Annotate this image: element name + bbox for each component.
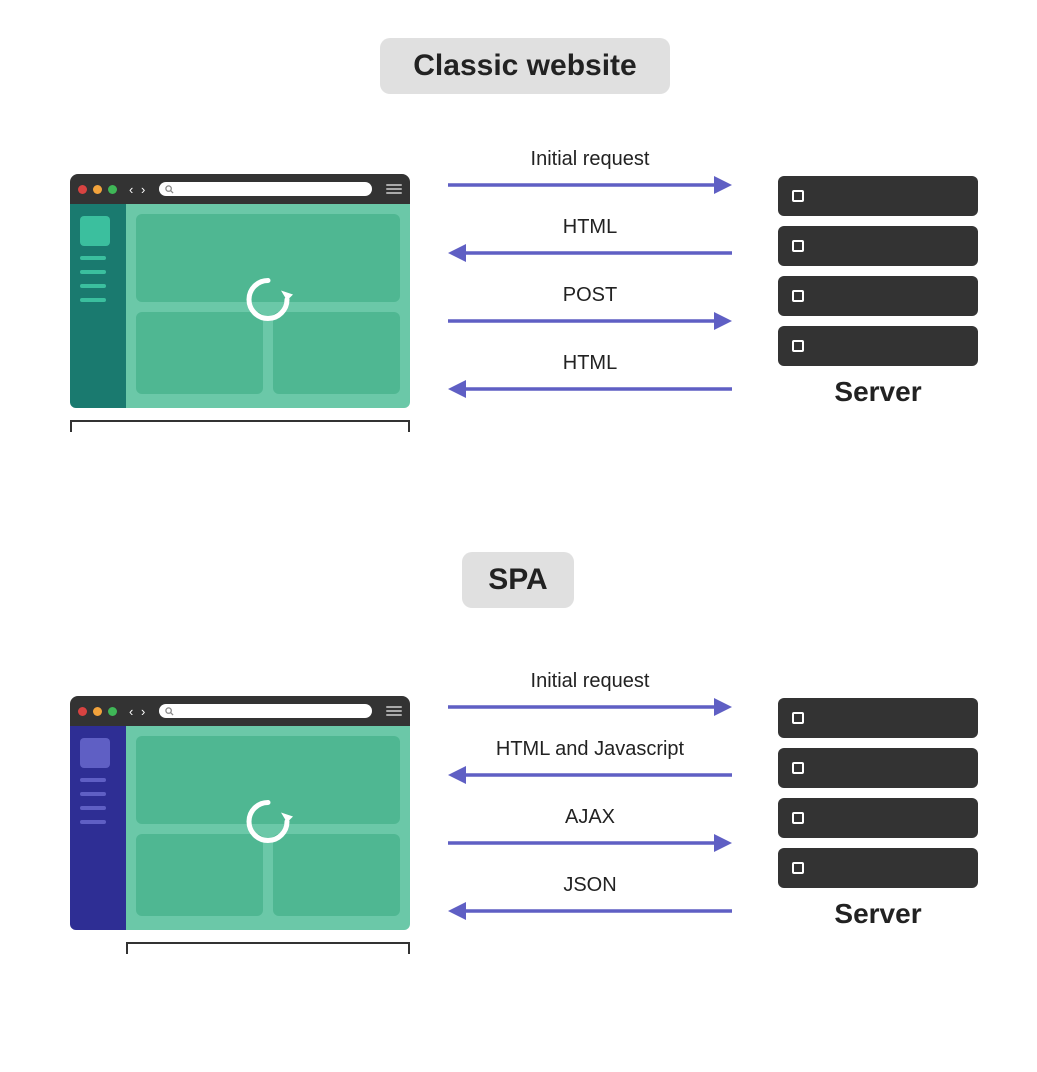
arrow-label: JSON — [563, 874, 616, 897]
arrow-label: Initial request — [531, 148, 650, 171]
arrow-left-icon — [446, 899, 734, 923]
arrow-post: POST — [446, 284, 734, 333]
server-light-icon — [792, 290, 804, 302]
arrow-right-icon — [446, 831, 734, 855]
full-reload-bracket — [70, 420, 410, 432]
server-rack — [778, 226, 978, 266]
arrow-right-icon — [446, 173, 734, 197]
browser-content — [126, 204, 410, 408]
sidebar-line-icon — [80, 820, 106, 824]
browser-window-classic: ‹ › — [70, 174, 410, 408]
server-rack — [778, 798, 978, 838]
reload-icon — [241, 794, 295, 853]
browser-body — [70, 204, 410, 408]
browser-content — [126, 726, 410, 930]
sidebar-line-icon — [80, 298, 106, 302]
server-light-icon — [792, 862, 804, 874]
server-rack — [778, 848, 978, 888]
search-icon — [165, 185, 174, 194]
menu-icon — [386, 184, 402, 194]
server-light-icon — [792, 190, 804, 202]
server-rack — [778, 748, 978, 788]
arrow-right-icon — [446, 695, 734, 719]
nav-arrows-icon: ‹ › — [129, 182, 147, 197]
browser-body — [70, 726, 410, 930]
browser-title-bar: ‹ › — [70, 174, 410, 204]
arrow-label: HTML — [563, 216, 617, 239]
arrow-label: AJAX — [565, 806, 615, 829]
arrow-label: Initial request — [531, 670, 650, 693]
server-rack — [778, 326, 978, 366]
server-light-icon — [792, 712, 804, 724]
section-title-classic: Classic website — [380, 38, 670, 94]
nav-arrows-icon: ‹ › — [129, 704, 147, 719]
browser-title-bar: ‹ › — [70, 696, 410, 726]
browser-sidebar — [70, 204, 126, 408]
server-rack — [778, 176, 978, 216]
arrow-left-icon — [446, 377, 734, 401]
arrow-left-icon — [446, 763, 734, 787]
url-bar — [159, 704, 372, 718]
server-label: Server — [778, 376, 978, 408]
server-rack — [778, 276, 978, 316]
minimize-icon — [93, 185, 102, 194]
close-icon — [78, 707, 87, 716]
sidebar-line-icon — [80, 284, 106, 288]
partial-reload-bracket — [126, 942, 410, 954]
server-light-icon — [792, 340, 804, 352]
sidebar-line-icon — [80, 256, 106, 260]
server-light-icon — [792, 762, 804, 774]
arrow-html-response-2: HTML — [446, 352, 734, 401]
url-bar — [159, 182, 372, 196]
maximize-icon — [108, 185, 117, 194]
maximize-icon — [108, 707, 117, 716]
arrow-json-response: JSON — [446, 874, 734, 923]
sidebar-line-icon — [80, 792, 106, 796]
sidebar-block-icon — [80, 216, 110, 246]
section-title-spa: SPA — [462, 552, 574, 608]
arrow-html-response: HTML — [446, 216, 734, 265]
arrow-ajax: AJAX — [446, 806, 734, 855]
arrow-initial-request: Initial request — [446, 148, 734, 197]
server-stack-spa: Server — [778, 698, 978, 930]
search-icon — [165, 707, 174, 716]
arrow-label: HTML and Javascript — [496, 738, 684, 761]
sidebar-block-icon — [80, 738, 110, 768]
sidebar-line-icon — [80, 270, 106, 274]
server-rack — [778, 698, 978, 738]
server-light-icon — [792, 240, 804, 252]
sidebar-line-icon — [80, 806, 106, 810]
arrow-label: POST — [563, 284, 617, 307]
server-label: Server — [778, 898, 978, 930]
close-icon — [78, 185, 87, 194]
minimize-icon — [93, 707, 102, 716]
arrow-initial-request-spa: Initial request — [446, 670, 734, 719]
server-light-icon — [792, 812, 804, 824]
arrow-html-js-response: HTML and Javascript — [446, 738, 734, 787]
server-stack-classic: Server — [778, 176, 978, 408]
arrow-left-icon — [446, 241, 734, 265]
reload-icon — [241, 272, 295, 331]
browser-sidebar — [70, 726, 126, 930]
arrow-label: HTML — [563, 352, 617, 375]
menu-icon — [386, 706, 402, 716]
browser-window-spa: ‹ › — [70, 696, 410, 930]
sidebar-line-icon — [80, 778, 106, 782]
arrow-right-icon — [446, 309, 734, 333]
